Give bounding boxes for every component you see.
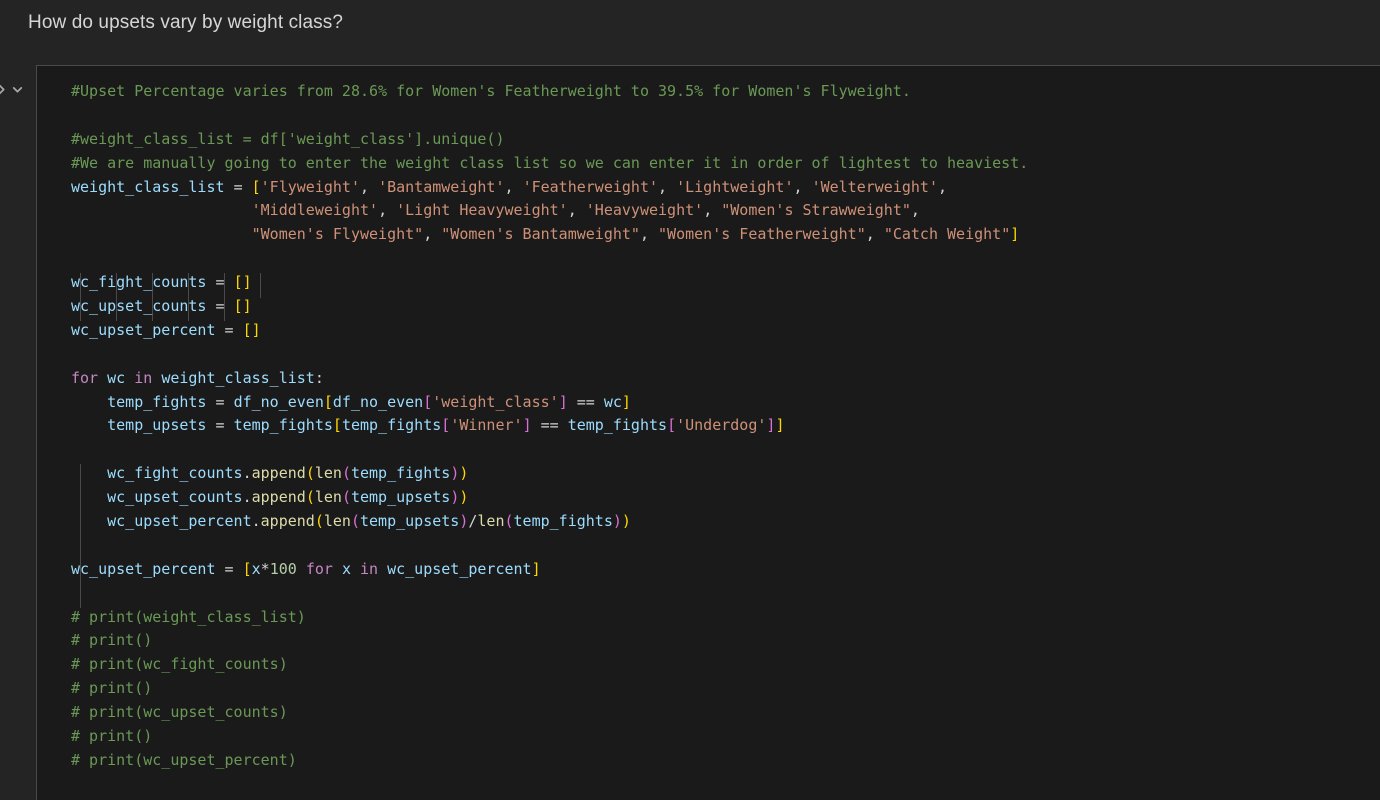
- code-line: "Women's Flyweight", "Women's Bantamweig…: [251, 225, 1020, 244]
- code-line: weight_class_list = ['Flyweight', 'Banta…: [71, 177, 948, 196]
- code-line: wc_upset_percent = [x*100 for x in wc_up…: [71, 559, 541, 578]
- code-line: wc_upset_percent = []: [71, 320, 261, 339]
- cell-gutter: [0, 65, 36, 800]
- code-content[interactable]: #Upset Percentage varies from 28.6% for …: [37, 66, 1380, 773]
- code-line: wc_upset_counts = []: [71, 297, 252, 316]
- markdown-header-cell[interactable]: How do upsets vary by weight class?: [0, 0, 1380, 65]
- code-line: #weight_class_list = df['weight_class'].…: [71, 129, 505, 148]
- code-line: for wc in weight_class_list:: [71, 368, 324, 387]
- code-line: # print(wc_upset_percent): [71, 750, 297, 769]
- chevron-down-icon[interactable]: [11, 83, 24, 96]
- code-line: wc_upset_counts.append(len(temp_upsets)): [107, 488, 469, 507]
- notebook-page: How do upsets vary by weight class? #Ups…: [0, 0, 1380, 800]
- code-line: # print(wc_fight_counts): [71, 655, 288, 674]
- code-cell[interactable]: #Upset Percentage varies from 28.6% for …: [36, 65, 1380, 800]
- code-editor-area[interactable]: #Upset Percentage varies from 28.6% for …: [37, 66, 1380, 800]
- code-line: wc_fight_counts.append(len(temp_fights)): [107, 464, 469, 483]
- code-line: #We are manually going to enter the weig…: [71, 153, 1029, 172]
- page-title: How do upsets vary by weight class?: [28, 12, 344, 33]
- code-line: 'Middleweight', 'Light Heavyweight', 'He…: [251, 201, 920, 220]
- code-line: wc_fight_counts = []: [71, 273, 252, 292]
- code-line: # print(): [71, 631, 153, 650]
- code-line: temp_fights = df_no_even[df_no_even['wei…: [107, 392, 631, 411]
- code-line: # print(): [71, 679, 153, 698]
- chevron-right-icon[interactable]: [0, 83, 8, 96]
- code-line: temp_upsets = temp_fights[temp_fights['W…: [107, 416, 785, 435]
- code-line: wc_upset_percent.append(len(temp_upsets)…: [107, 512, 631, 531]
- code-line: #Upset Percentage varies from 28.6% for …: [71, 82, 911, 100]
- code-line: # print(weight_class_list): [71, 607, 306, 626]
- collapse-controls[interactable]: [0, 79, 36, 99]
- code-line: # print(): [71, 727, 153, 746]
- code-line: # print(wc_upset_counts): [71, 703, 288, 722]
